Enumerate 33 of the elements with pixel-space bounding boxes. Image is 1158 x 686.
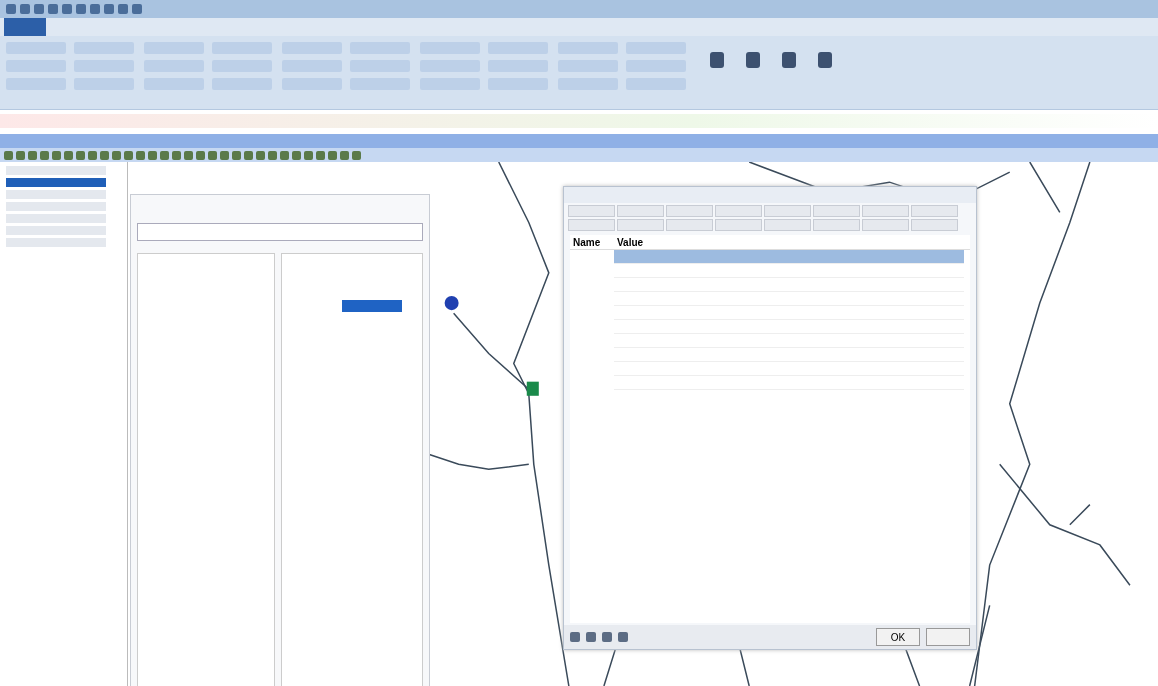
table-row[interactable] <box>614 250 964 264</box>
tab[interactable] <box>911 219 958 231</box>
tab[interactable] <box>568 205 615 217</box>
tab[interactable] <box>715 205 762 217</box>
tab[interactable] <box>715 219 762 231</box>
dialog-button[interactable] <box>926 628 970 646</box>
tab[interactable] <box>568 219 615 231</box>
tab[interactable] <box>617 219 664 231</box>
point-marker-icon <box>444 296 459 311</box>
layer-item[interactable] <box>6 202 106 211</box>
tab[interactable] <box>764 219 811 231</box>
tab[interactable] <box>862 219 909 231</box>
ok-button[interactable]: OK <box>876 628 920 646</box>
selected-cell[interactable] <box>342 300 402 312</box>
tab[interactable] <box>862 205 909 217</box>
layer-item[interactable] <box>6 178 106 187</box>
layer-item[interactable] <box>6 238 106 247</box>
layer-item[interactable] <box>6 166 106 175</box>
layer-item[interactable] <box>6 190 106 199</box>
layer-item[interactable] <box>6 214 106 223</box>
layer-item[interactable] <box>6 226 106 235</box>
tab[interactable] <box>813 205 860 217</box>
node-marker-icon <box>526 381 539 396</box>
column-header: Value <box>616 236 644 248</box>
column-header: Name <box>572 236 602 248</box>
tab[interactable] <box>666 205 713 217</box>
tab[interactable] <box>911 205 958 217</box>
tab[interactable] <box>666 219 713 231</box>
dropdown-field[interactable] <box>137 223 423 241</box>
file-tab[interactable] <box>4 18 46 36</box>
tab[interactable] <box>764 205 811 217</box>
tab[interactable] <box>813 219 860 231</box>
tab[interactable] <box>617 205 664 217</box>
